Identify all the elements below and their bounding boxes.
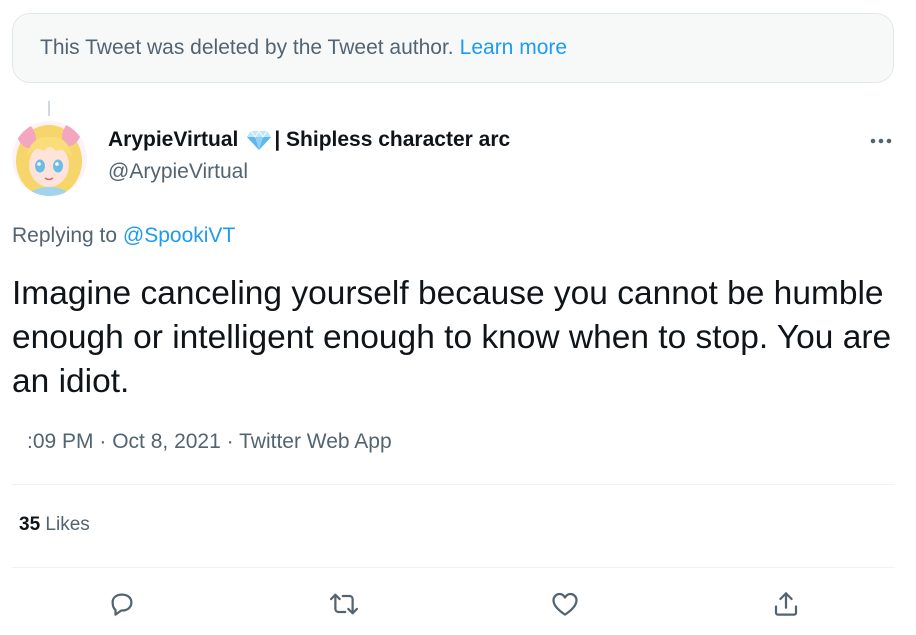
like-button[interactable] [549, 588, 581, 620]
meta-separator: · [99, 430, 107, 453]
share-icon [774, 592, 798, 616]
replying-to-label: Replying to [12, 224, 118, 247]
replying-to: Replying to @SpookiVT [12, 224, 235, 248]
retweet-icon [329, 593, 359, 615]
tweet-date[interactable]: Oct 8, 2021 [112, 430, 221, 453]
reply-mention-link[interactable]: @SpookiVT [123, 224, 235, 247]
tweet-text: Imagine canceling yourself because you c… [12, 275, 892, 400]
author-handle[interactable]: @ArypieVirtual [108, 160, 248, 184]
gem-icon [246, 129, 272, 151]
divider [12, 484, 895, 485]
author-name-text: ArypieVirtual [108, 128, 239, 151]
author-avatar[interactable] [12, 121, 87, 196]
likes-count: 35 [19, 514, 41, 535]
likes-label: Likes [45, 514, 90, 535]
author-name-suffix: | Shipless character arc [274, 128, 511, 151]
deleted-notice-text: This Tweet was deleted by the Tweet auth… [40, 36, 454, 59]
heart-icon [552, 592, 578, 616]
tweet-meta: :09 PM · Oct 8, 2021 · Twitter Web App [27, 430, 392, 454]
learn-more-link[interactable]: Learn more [460, 36, 567, 60]
thread-connector-line [48, 101, 50, 116]
anime-avatar-icon [12, 121, 87, 196]
reply-button[interactable] [106, 588, 138, 620]
deleted-tweet-notice: This Tweet was deleted by the Tweet auth… [12, 13, 894, 83]
tweet-page: This Tweet was deleted by the Tweet auth… [0, 0, 916, 635]
tweet-time[interactable]: :09 PM [27, 430, 94, 453]
comment-icon [111, 593, 133, 616]
divider [12, 567, 895, 568]
likes-stat[interactable]: 35 Likes [19, 514, 90, 536]
meta-separator: · [226, 430, 234, 453]
retweet-button[interactable] [328, 588, 360, 620]
share-button[interactable] [770, 588, 802, 620]
author-display-name[interactable]: ArypieVirtual | Shipless character arc [108, 128, 510, 152]
more-options-button[interactable] [866, 128, 896, 154]
more-dots-icon [870, 138, 892, 144]
tweet-source[interactable]: Twitter Web App [239, 430, 392, 453]
